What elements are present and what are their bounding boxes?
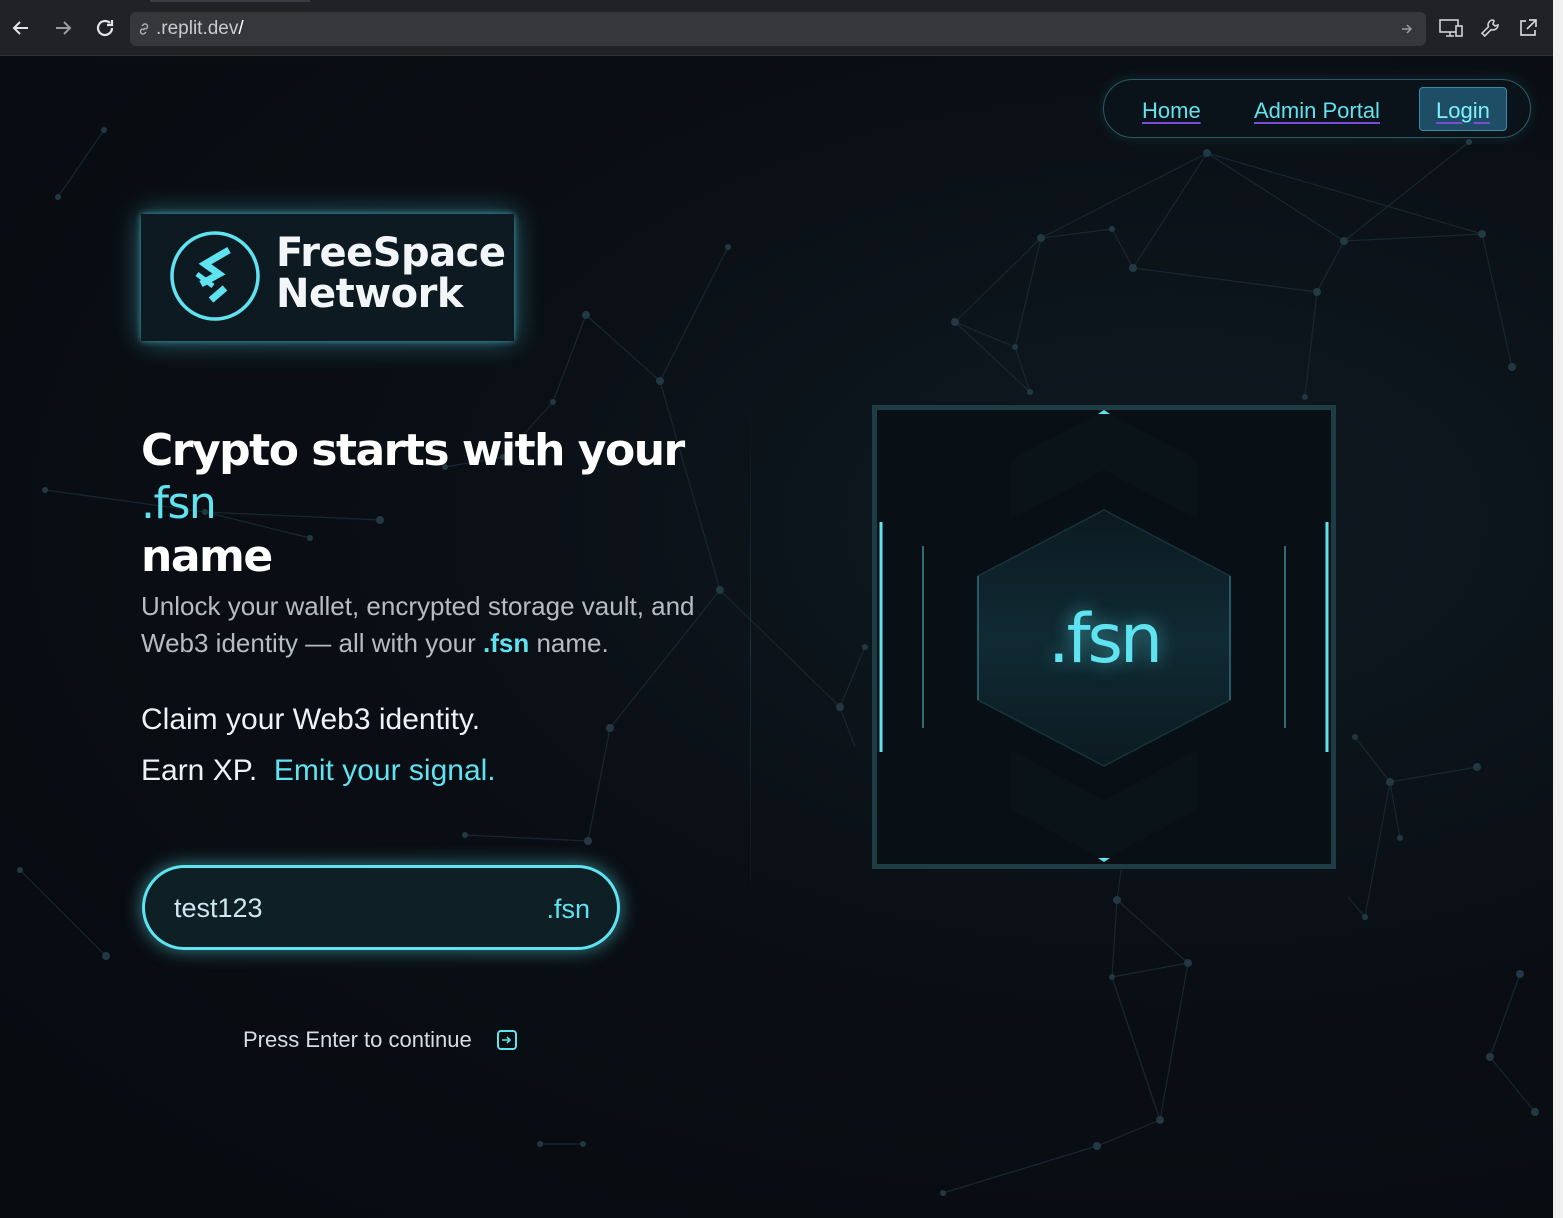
external-link-icon xyxy=(1520,19,1537,36)
arrow-left-icon xyxy=(12,21,28,35)
logo-mark-icon xyxy=(170,231,260,321)
arrow-right-icon xyxy=(56,21,72,35)
login-label: Login xyxy=(1436,98,1490,123)
headline-accent: .fsn xyxy=(141,478,217,529)
freespace-logo: FreeSpace Network xyxy=(141,214,514,341)
claim-emit-signal: Emit your signal. xyxy=(273,754,496,787)
login-button[interactable]: Login xyxy=(1419,87,1507,131)
tab-indicator xyxy=(150,0,310,2)
devices-button[interactable] xyxy=(1437,14,1465,42)
fsn-name-field[interactable]: .fsn xyxy=(142,865,620,950)
reload-icon xyxy=(96,19,114,37)
vertical-divider xyxy=(750,407,751,887)
nav-admin-portal-link[interactable]: Admin Portal xyxy=(1254,98,1380,124)
devices-icon xyxy=(1439,19,1463,37)
address-bar[interactable]: .replit.dev/ xyxy=(130,12,1426,46)
subtitle-fsn: .fsn xyxy=(483,628,530,658)
scrollbar[interactable] xyxy=(1553,0,1563,1218)
hero-headline: Crypto starts with your .fsn name xyxy=(141,424,761,583)
headline-end: name xyxy=(141,531,273,582)
fsn-visual-frame: .fsn xyxy=(872,405,1336,869)
wrench-icon xyxy=(1480,19,1499,38)
top-nav: Home Admin Portal Login xyxy=(1103,79,1531,138)
enter-icon xyxy=(497,1030,517,1050)
fsn-visual-label: .fsn xyxy=(1047,600,1163,679)
tools-button[interactable] xyxy=(1476,14,1504,42)
fsn-name-input[interactable] xyxy=(174,888,514,928)
enter-hint: Press Enter to continue xyxy=(243,1027,472,1052)
hero-subtitle: Unlock your wallet, encrypted storage va… xyxy=(141,588,741,662)
subtitle-part1: Unlock your wallet, encrypted storage va… xyxy=(141,591,695,658)
subtitle-part2: name. xyxy=(529,628,609,658)
forward-button[interactable] xyxy=(49,14,77,42)
page: Home Admin Portal Login FreeSpace Networ… xyxy=(0,57,1553,1218)
open-external-button[interactable] xyxy=(1514,14,1542,42)
go-arrow-icon[interactable] xyxy=(1400,22,1414,36)
link-icon xyxy=(139,23,149,35)
headline-main: Crypto starts with your xyxy=(141,425,685,476)
logo-text-line1: FreeSpace xyxy=(276,230,506,276)
claim-earn-xp: Earn XP. xyxy=(141,754,258,787)
url-text: .replit.dev/ xyxy=(156,18,244,39)
logo-text-line2: Network xyxy=(276,271,464,317)
nav-home-link[interactable]: Home xyxy=(1142,98,1201,124)
claim-line-2: Earn XP. Emit your signal. xyxy=(141,754,496,788)
claim-line-1: Claim your Web3 identity. xyxy=(141,703,481,736)
fsn-suffix: .fsn xyxy=(546,894,590,924)
reload-button[interactable] xyxy=(91,14,119,42)
back-button[interactable] xyxy=(7,14,35,42)
browser-toolbar: .replit.dev/ xyxy=(0,0,1553,56)
